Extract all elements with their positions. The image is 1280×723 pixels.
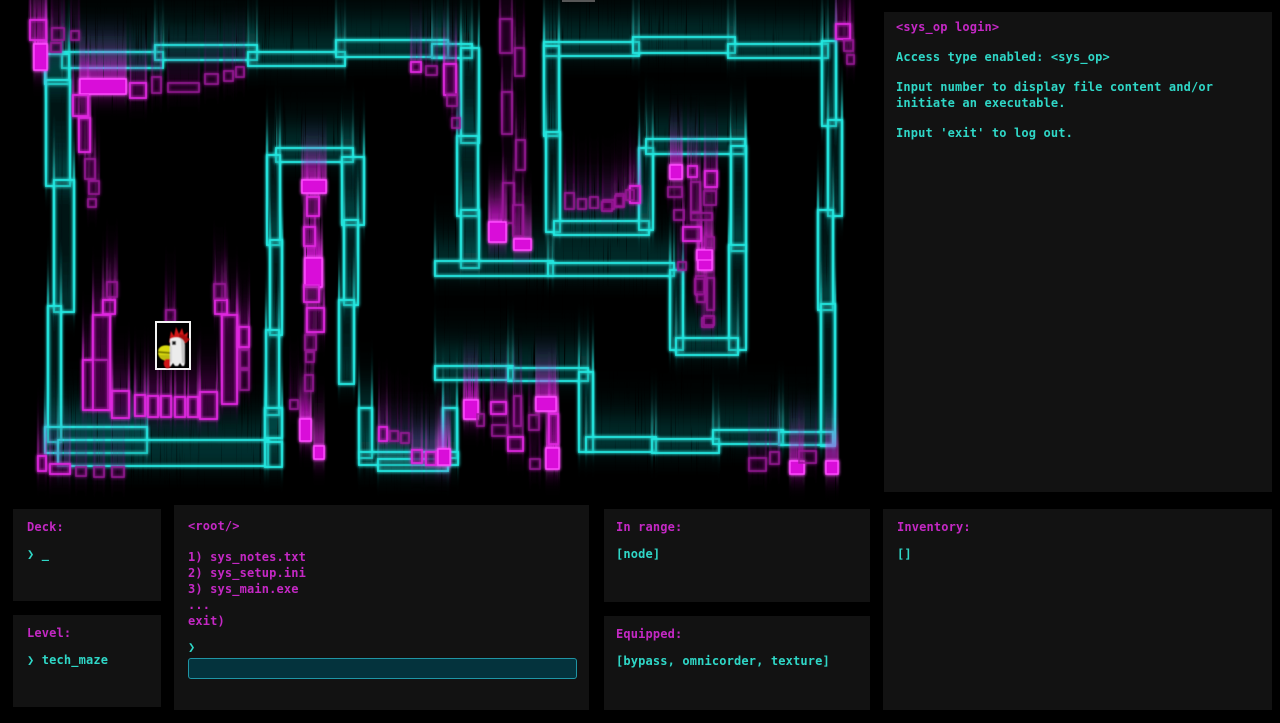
equipped-label: Equipped: [616, 626, 858, 642]
command-prompt-icon: ❯ [188, 639, 575, 655]
terminal-access-line: Access type enabled: <sys_op> [896, 49, 1260, 65]
equipped-panel: Equipped: [bypass, omnicorder, texture] [604, 616, 870, 710]
root-file-entry: 2) sys_setup.ini [188, 565, 575, 581]
in-range-value: [node] [616, 546, 858, 562]
player-sprite [156, 322, 190, 369]
inventory-panel: Inventory: [] [883, 509, 1272, 710]
level-value: tech_maze [42, 653, 108, 667]
sysop-terminal-panel: <sys_op login> Access type enabled: <sys… [884, 12, 1272, 492]
equipped-value: [bypass, omnicorder, texture] [616, 653, 858, 669]
root-directory-panel: <root/> 1) sys_notes.txt2) sys_setup.ini… [174, 505, 589, 710]
level-panel: Level: ❯ tech_maze [13, 615, 161, 707]
terminal-exit-line: Input 'exit' to log out. [896, 125, 1260, 141]
root-file-entry: exit) [188, 613, 575, 629]
root-file-entry: ... [188, 597, 575, 613]
root-file-entry: 1) sys_notes.txt [188, 549, 575, 565]
terminal-help-line: Input number to display file content and… [896, 79, 1260, 111]
deck-panel: Deck: ❯ _ [13, 509, 161, 601]
command-input[interactable] [188, 658, 577, 679]
terminal-login-header: <sys_op login> [896, 19, 1260, 35]
root-title: <root/> [188, 518, 575, 534]
in-range-panel: In range: [node] [604, 509, 870, 602]
top-edge-sliver [562, 0, 595, 2]
maze-viewport [0, 0, 880, 500]
deck-value: _ [42, 547, 49, 561]
inventory-label: Inventory: [897, 519, 1258, 535]
in-range-label: In range: [616, 519, 858, 535]
level-label: Level: [27, 625, 147, 641]
root-file-entry: 3) sys_main.exe [188, 581, 575, 597]
deck-label: Deck: [27, 519, 147, 535]
root-file-list: 1) sys_notes.txt2) sys_setup.ini3) sys_m… [188, 549, 575, 629]
maze-render [0, 0, 880, 500]
inventory-value: [] [897, 546, 1258, 562]
